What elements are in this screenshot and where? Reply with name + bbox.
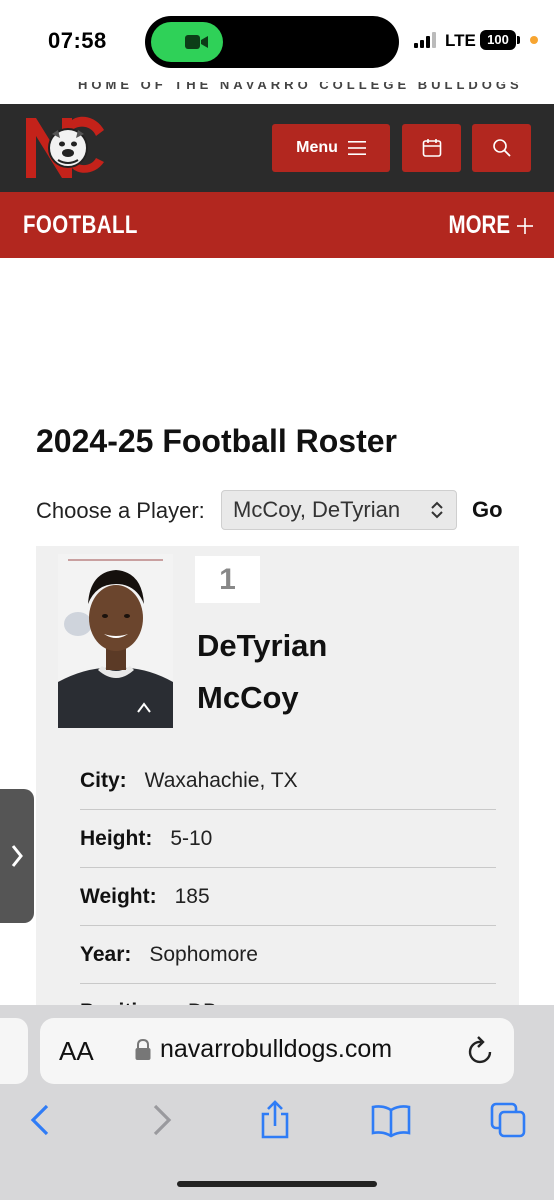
- player-info-list: City: Waxahachie, TX Height: 5-10 Weight…: [80, 752, 496, 1024]
- player-select[interactable]: McCoy, DeTyrian: [221, 490, 457, 530]
- url-text[interactable]: navarrobulldogs.com: [160, 1035, 392, 1064]
- player-last-name: McCoy: [197, 680, 299, 715]
- player-first-name: DeTyrian: [197, 628, 328, 663]
- reload-icon[interactable]: [467, 1036, 495, 1066]
- page-title: 2024-25 Football Roster: [36, 423, 397, 459]
- tagline-text: HOME OF THE NAVARRO COLLEGE BULLDOGS: [78, 82, 523, 92]
- info-row-year: Year: Sophomore: [80, 926, 496, 984]
- calendar-icon: [422, 139, 441, 157]
- facetime-indicator: [151, 22, 223, 62]
- info-row-height: Height: 5-10: [80, 810, 496, 868]
- info-value: Sophomore: [149, 942, 258, 966]
- info-key: Year:: [80, 942, 132, 966]
- info-key: Weight:: [80, 884, 157, 908]
- back-icon[interactable]: [22, 1100, 62, 1140]
- previous-tab-peek[interactable]: [0, 1018, 28, 1084]
- menu-label: Menu: [296, 139, 338, 156]
- site-header: Menu: [0, 104, 554, 192]
- video-camera-icon: [185, 35, 208, 49]
- info-value: 5-10: [170, 826, 213, 850]
- sport-section-bar: FOOTBALL MORE: [0, 192, 554, 258]
- forward-icon[interactable]: [142, 1100, 182, 1140]
- lock-icon: [135, 1038, 151, 1060]
- more-label: MORE: [448, 211, 511, 239]
- hamburger-icon: [347, 141, 366, 155]
- info-key: Height:: [80, 826, 153, 850]
- player-select-value: McCoy, DeTyrian: [233, 497, 401, 522]
- cellular-signal-icon: [414, 32, 438, 48]
- aa-label: AA: [59, 1036, 94, 1066]
- plus-icon: [517, 217, 533, 234]
- player-card: 1 DeTyrian McCoy City: Waxahachie, TX He…: [36, 546, 519, 1023]
- jersey-number: 1: [195, 556, 260, 603]
- player-name: DeTyrian McCoy: [197, 620, 327, 724]
- network-type: LTE: [445, 31, 476, 50]
- info-row-weight: Weight: 185: [80, 868, 496, 926]
- bookmarks-icon[interactable]: [371, 1100, 411, 1140]
- status-bar: 07:58 LTE 100: [0, 0, 554, 82]
- search-icon: [492, 139, 511, 157]
- sport-title[interactable]: FOOTBALL: [23, 211, 138, 240]
- info-value: 185: [174, 884, 210, 908]
- site-tagline: HOME OF THE NAVARRO COLLEGE BULLDOGS: [0, 82, 554, 104]
- reader-settings-button[interactable]: AA: [59, 1036, 94, 1067]
- privacy-indicator: [530, 36, 538, 44]
- choose-player-label: Choose a Player:: [36, 498, 205, 523]
- battery-icon: 100: [480, 30, 516, 50]
- go-button[interactable]: Go: [472, 497, 503, 523]
- menu-button[interactable]: Menu: [272, 124, 390, 172]
- player-headshot: [58, 554, 173, 728]
- search-button[interactable]: [472, 124, 531, 172]
- battery-tip: [517, 36, 520, 44]
- chevron-right-icon: [11, 845, 23, 867]
- more-menu-button[interactable]: MORE: [435, 211, 534, 240]
- tabs-icon[interactable]: [488, 1100, 528, 1140]
- home-indicator: [177, 1181, 377, 1187]
- navarro-bulldog-logo[interactable]: [22, 108, 108, 190]
- status-time: 07:58: [48, 28, 107, 53]
- info-value: Waxahachie, TX: [144, 768, 298, 792]
- info-key: City:: [80, 768, 127, 792]
- dynamic-island: [145, 16, 399, 68]
- calendar-button[interactable]: [402, 124, 461, 172]
- chevron-up-down-icon: [431, 501, 443, 519]
- info-row-city: City: Waxahachie, TX: [80, 752, 496, 810]
- side-drawer-tab[interactable]: [0, 789, 34, 923]
- share-icon[interactable]: [255, 1100, 295, 1140]
